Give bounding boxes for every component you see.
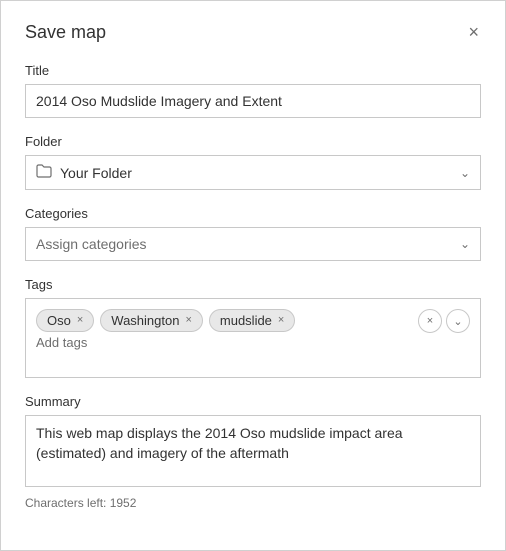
folder-chevron-icon: ⌄ <box>460 166 470 180</box>
tag-mudslide-remove[interactable]: × <box>278 315 284 326</box>
title-input[interactable] <box>25 84 481 118</box>
folder-value: Your Folder <box>60 165 460 181</box>
folder-select[interactable]: Your Folder ⌄ <box>25 155 481 190</box>
tag-washington-remove[interactable]: × <box>185 315 191 326</box>
tags-label: Tags <box>25 277 481 292</box>
tags-container: Oso × Washington × mudslide × × ⌄ <box>25 298 481 378</box>
tag-oso: Oso × <box>36 309 94 332</box>
close-button[interactable]: × <box>466 21 481 43</box>
categories-select[interactable]: Assign categories ⌄ <box>25 227 481 261</box>
summary-label: Summary <box>25 394 481 409</box>
save-map-dialog: Save map × Title Folder Your Folder ⌄ Ca… <box>0 0 506 551</box>
folder-field-group: Folder Your Folder ⌄ <box>25 134 481 190</box>
add-tags-placeholder[interactable]: Add tags <box>36 333 470 352</box>
title-field-group: Title <box>25 63 481 118</box>
tags-right-actions: × ⌄ <box>418 309 470 333</box>
chars-left: Characters left: 1952 <box>25 496 481 510</box>
categories-field-group: Categories Assign categories ⌄ <box>25 206 481 261</box>
summary-textarea[interactable] <box>25 415 481 487</box>
tag-washington: Washington × <box>100 309 203 332</box>
tag-oso-remove[interactable]: × <box>77 315 83 326</box>
categories-placeholder: Assign categories <box>36 236 460 252</box>
dialog-title: Save map <box>25 22 106 43</box>
dialog-header: Save map × <box>25 21 481 43</box>
tags-top-row: Oso × Washington × mudslide × × ⌄ <box>36 309 470 333</box>
tag-oso-label: Oso <box>47 313 71 328</box>
tag-mudslide-label: mudslide <box>220 313 272 328</box>
tags-field-group: Tags Oso × Washington × mudslide × <box>25 277 481 378</box>
tags-pills: Oso × Washington × mudslide × <box>36 309 410 332</box>
tag-mudslide: mudslide × <box>209 309 295 332</box>
tags-clear-button[interactable]: × <box>418 309 442 333</box>
categories-chevron-icon: ⌄ <box>460 237 470 251</box>
folder-label: Folder <box>25 134 481 149</box>
tag-washington-label: Washington <box>111 313 179 328</box>
tags-expand-button[interactable]: ⌄ <box>446 309 470 333</box>
folder-icon <box>36 164 52 181</box>
categories-label: Categories <box>25 206 481 221</box>
title-label: Title <box>25 63 481 78</box>
summary-field-group: Summary Characters left: 1952 <box>25 394 481 510</box>
